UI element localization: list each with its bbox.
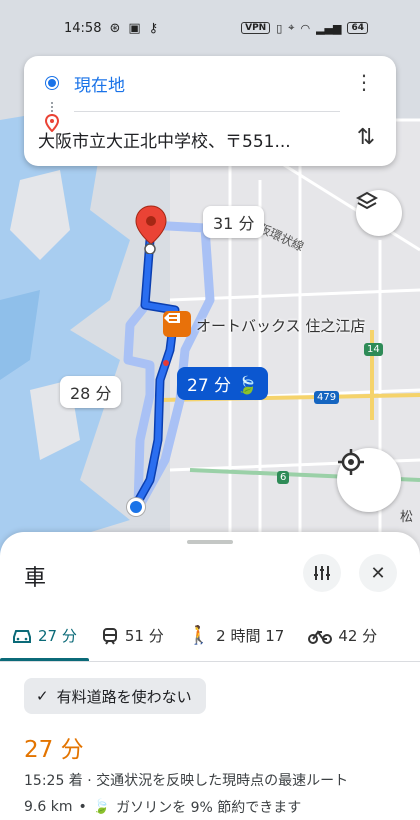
autobacs-poi-icon[interactable] [163, 311, 191, 337]
destination-row[interactable]: 大阪市立大正北中学校、〒551... [24, 114, 396, 164]
directions-sheet: 車 ✕ 27 分 51 分 🚶 2 時間 17 42 分 ✓ 有料道路を使わない… [0, 532, 420, 820]
mode-title: 車 [24, 566, 47, 591]
travel-mode-tabs: 27 分 51 分 🚶 2 時間 17 42 分 [0, 610, 420, 662]
main-route-callout[interactable]: 27 分 🍃 [177, 367, 268, 400]
alt-route-callout[interactable]: 28 分 [60, 376, 122, 408]
route-shield: 479 [314, 391, 340, 404]
layers-button[interactable] [356, 190, 402, 236]
chat-icon: ▣ [128, 20, 141, 36]
destination-pin-icon[interactable] [134, 204, 168, 254]
tab-car[interactable]: 27 分 [0, 610, 89, 661]
divider [74, 111, 340, 112]
train-icon [102, 627, 117, 645]
origin-dot-icon [46, 77, 58, 89]
tab-label: 2 時間 17 [216, 627, 285, 645]
close-button[interactable]: ✕ [359, 554, 397, 592]
destination-pin-icon [45, 114, 59, 132]
notification-icon: ⊛ [109, 20, 121, 36]
crosshair-icon [338, 449, 364, 475]
distance-detail: 9.6 km • 🍃 ガソリンを 9% 節約できます [24, 797, 301, 817]
route-shield: 14 [364, 343, 383, 356]
distance: 9.6 km [24, 799, 73, 815]
tab-transit[interactable]: 51 分 [89, 610, 176, 661]
tab-bicycle[interactable]: 42 分 [296, 610, 389, 661]
wifi-icon: ◠ [300, 21, 311, 35]
tab-label: 42 分 [338, 627, 378, 645]
tune-icon [314, 566, 330, 580]
fuel-savings: ガソリンを 9% 節約できます [116, 800, 302, 816]
route-shield: 6 [277, 471, 290, 484]
check-icon: ✓ [36, 687, 49, 705]
origin-field[interactable]: 現在地 [74, 71, 125, 96]
avoid-tolls-chip[interactable]: ✓ 有料道路を使わない [24, 678, 206, 714]
vpn-badge: VPN [241, 22, 271, 34]
route-duration: 27 分 [24, 737, 84, 763]
tab-label: 27 分 [38, 627, 77, 645]
walk-icon: 🚶 [187, 625, 211, 646]
signal-icon: ▂▄▆ [316, 21, 342, 35]
origin-row[interactable]: 現在地 [24, 58, 396, 108]
chip-label: 有料道路を使わない [56, 687, 192, 706]
separator-dot: • [78, 799, 87, 815]
layers-icon [356, 191, 378, 210]
swap-vert-icon[interactable]: ⇅ [350, 122, 382, 154]
status-bar: 14:58 ⊛ ▣ ⚷ VPN ▯ ⌖ ◠ ▂▄▆ 64 [0, 0, 420, 56]
place-label: 松 [400, 510, 414, 525]
clock: 14:58 [64, 20, 102, 36]
drag-handle[interactable] [187, 540, 233, 544]
arrival-detail: 15:25 着 · 交通状況を反映した現時点の最速ルート [24, 773, 349, 789]
tab-walk[interactable]: 🚶 2 時間 17 [176, 610, 297, 661]
route-options-button[interactable] [303, 554, 341, 592]
car-icon [13, 629, 31, 643]
close-icon: ✕ [370, 562, 386, 584]
destination-field[interactable]: 大阪市立大正北中学校、〒551... [38, 127, 308, 152]
directions-card: 現在地 大阪市立大正北中学校、〒551... ⋮ ⇅ [24, 56, 396, 166]
tab-label: 51 分 [124, 627, 164, 645]
main-route-time: 27 分 [187, 376, 232, 396]
location-icon: ⌖ [288, 21, 295, 34]
bicycle-icon [308, 629, 333, 644]
more-vert-icon[interactable]: ⋮ [352, 70, 376, 94]
current-location-dot [127, 498, 145, 516]
eco-leaf-icon: 🍃 [92, 799, 111, 815]
map-view[interactable]: 14 479 6 大阪環状線 松 31 分 27 分 🍃 28 分 オートバック… [0, 0, 420, 560]
alt-route-callout[interactable]: 31 分 [203, 206, 265, 238]
eco-leaf-icon: 🍃 [236, 376, 258, 396]
my-location-button[interactable] [337, 448, 401, 512]
key-icon: ⚷ [148, 20, 159, 36]
poi-label[interactable]: オートバックス 住之江店 [196, 315, 365, 336]
vibrate-icon: ▯ [276, 21, 283, 35]
battery-icon: 64 [347, 22, 368, 34]
